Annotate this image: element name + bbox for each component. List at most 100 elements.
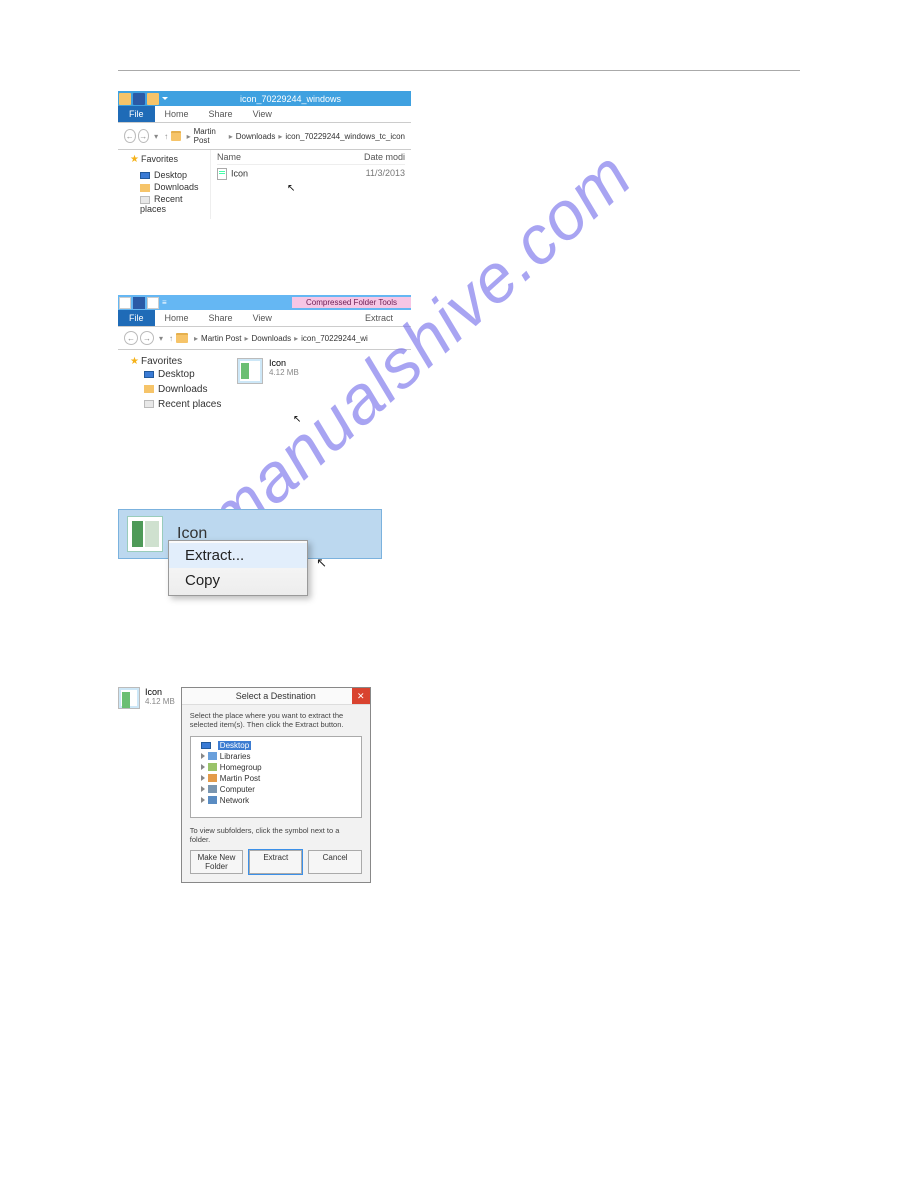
sidebar-item-downloads[interactable]: Downloads <box>124 382 227 397</box>
crumb-2[interactable]: Downloads <box>236 132 276 141</box>
qat-dropdown-icon[interactable]: ≡ <box>162 298 167 307</box>
file-thumb-icon <box>237 358 263 384</box>
context-menu: Extract... Copy ↖ <box>168 540 308 596</box>
sidebar-item-desktop[interactable]: Desktop <box>122 169 206 181</box>
tree-item-computer[interactable]: Computer <box>195 784 357 795</box>
crumb-3[interactable]: icon_70229244_windows_tc_icon <box>285 132 405 141</box>
window-title: icon_70229244_windows <box>240 94 341 104</box>
nav-up-icon[interactable]: ↑ <box>169 334 173 343</box>
desktop-icon <box>201 742 211 749</box>
nav-dropdown-icon[interactable]: ▾ <box>159 334 163 343</box>
tree-item-network[interactable]: Network <box>195 795 357 806</box>
extract-button[interactable]: Extract <box>249 850 302 874</box>
expand-icon[interactable] <box>201 775 205 781</box>
sc2-file-area: Icon 4.12 MB ↖ <box>233 350 411 433</box>
close-button[interactable]: ✕ <box>352 688 370 704</box>
tab-file[interactable]: File <box>118 310 155 326</box>
file-row[interactable]: Icon 11/3/2013 <box>217 165 405 183</box>
expand-icon[interactable] <box>201 753 205 759</box>
context-menu-screenshot: Icon Extract... Copy ↖ <box>118 509 382 559</box>
folder-icon <box>171 131 181 141</box>
file-icon <box>217 168 227 180</box>
tree-item-homegroup[interactable]: Homegroup <box>195 762 357 773</box>
tab-view[interactable]: View <box>243 106 282 122</box>
folder-tree[interactable]: Desktop Libraries Homegroup Martin Post … <box>190 736 362 818</box>
folder-icon <box>119 93 131 105</box>
nav-fwd-icon[interactable]: → <box>138 129 150 143</box>
destination-screenshot: Icon 4.12 MB Select a Destination ✕ Sele… <box>118 687 800 883</box>
save-icon <box>133 297 145 309</box>
crumb-1[interactable]: Martin Post <box>194 127 226 145</box>
make-new-folder-button[interactable]: Make New Folder <box>190 850 243 874</box>
tree-item-martin[interactable]: Martin Post <box>195 773 357 784</box>
sc2-ribbon: File Home Share View Extract <box>118 310 411 327</box>
tab-view[interactable]: View <box>243 310 282 326</box>
tab-file[interactable]: File <box>118 106 155 122</box>
tab-home[interactable]: Home <box>155 310 199 326</box>
cursor-icon: ↖ <box>287 183 405 194</box>
crumb-2[interactable]: Downloads <box>252 334 292 343</box>
sc2-sidebar: ★Favorites Desktop Downloads Recent plac… <box>118 350 233 433</box>
compressed-tools-chip: Compressed Folder Tools <box>292 297 411 308</box>
file-name: Icon <box>231 168 248 178</box>
expand-icon[interactable] <box>201 797 205 803</box>
header-rule <box>118 70 800 71</box>
close-icon: ✕ <box>357 691 365 702</box>
file-thumb-icon <box>118 687 140 709</box>
cancel-button[interactable]: Cancel <box>308 850 361 874</box>
dialog-instruction: Select the place where you want to extra… <box>190 711 362 730</box>
cursor-icon: ↖ <box>293 414 407 425</box>
downloads-icon <box>140 184 150 192</box>
col-date[interactable]: Date modi <box>364 152 405 162</box>
col-name[interactable]: Name <box>217 152 364 162</box>
downloads-icon <box>144 385 154 393</box>
star-icon: ★ <box>130 154 139 165</box>
sc1-ribbon: File Home Share View <box>118 106 411 123</box>
expand-icon[interactable] <box>201 764 205 770</box>
crumb-3[interactable]: icon_70229244_wi <box>301 334 368 343</box>
menu-item-copy[interactable]: Copy <box>169 568 307 593</box>
explorer-window-2: ≡ Compressed Folder Tools File Home Shar… <box>118 295 411 433</box>
page-icon <box>147 297 159 309</box>
sidebar-item-recent[interactable]: Recent places <box>122 193 206 215</box>
dialog-title: Select a Destination ✕ <box>182 688 370 705</box>
menu-item-extract[interactable]: Extract... <box>169 543 307 568</box>
tab-home[interactable]: Home <box>155 106 199 122</box>
homegroup-icon <box>208 763 217 771</box>
sc1-file-list: Name Date modi Icon 11/3/2013 ↖ <box>211 150 411 219</box>
network-icon <box>208 796 217 804</box>
file-name: Icon <box>145 687 175 697</box>
nav-dropdown-icon[interactable]: ▾ <box>154 132 158 141</box>
tab-extract[interactable]: Extract <box>347 310 411 326</box>
breadcrumb: ← → ▾ ↑ ▸ Martin Post ▸ Downloads ▸ icon… <box>118 123 411 150</box>
star-icon: ★ <box>130 356 139 367</box>
sidebar-item-desktop[interactable]: Desktop <box>124 367 227 382</box>
disk-icon <box>133 93 145 105</box>
user-icon <box>208 774 217 782</box>
computer-icon <box>208 785 217 793</box>
file-item[interactable]: Icon 4.12 MB <box>237 358 407 384</box>
cursor-icon: ↖ <box>316 555 327 571</box>
nav-up-icon[interactable]: ↑ <box>164 132 168 141</box>
file-item[interactable]: Icon 4.12 MB <box>118 687 175 709</box>
libraries-icon <box>208 752 217 760</box>
breadcrumb: ← → ▾ ↑ ▸ Martin Post ▸ Downloads ▸ icon… <box>118 327 411 350</box>
tab-share[interactable]: Share <box>199 106 243 122</box>
expand-icon[interactable] <box>201 786 205 792</box>
favorites-group[interactable]: ★Favorites <box>122 154 206 165</box>
nav-fwd-icon[interactable]: → <box>140 331 154 345</box>
sidebar-item-recent[interactable]: Recent places <box>124 397 227 412</box>
sc1-titlebar: icon_70229244_windows <box>118 91 411 106</box>
favorites-group[interactable]: ★Favorites <box>124 356 227 367</box>
tree-item-desktop[interactable]: Desktop <box>195 740 357 751</box>
sidebar-item-downloads[interactable]: Downloads <box>122 181 206 193</box>
tree-item-libraries[interactable]: Libraries <box>195 751 357 762</box>
dialog-hint: To view subfolders, click the symbol nex… <box>190 826 362 844</box>
select-destination-dialog: Select a Destination ✕ Select the place … <box>181 687 371 883</box>
nav-back-icon[interactable]: ← <box>124 129 136 143</box>
file-name: Icon <box>269 358 299 368</box>
crumb-1[interactable]: Martin Post <box>201 334 241 343</box>
tab-share[interactable]: Share <box>199 310 243 326</box>
nav-back-icon[interactable]: ← <box>124 331 138 345</box>
folder-icon <box>176 333 188 343</box>
